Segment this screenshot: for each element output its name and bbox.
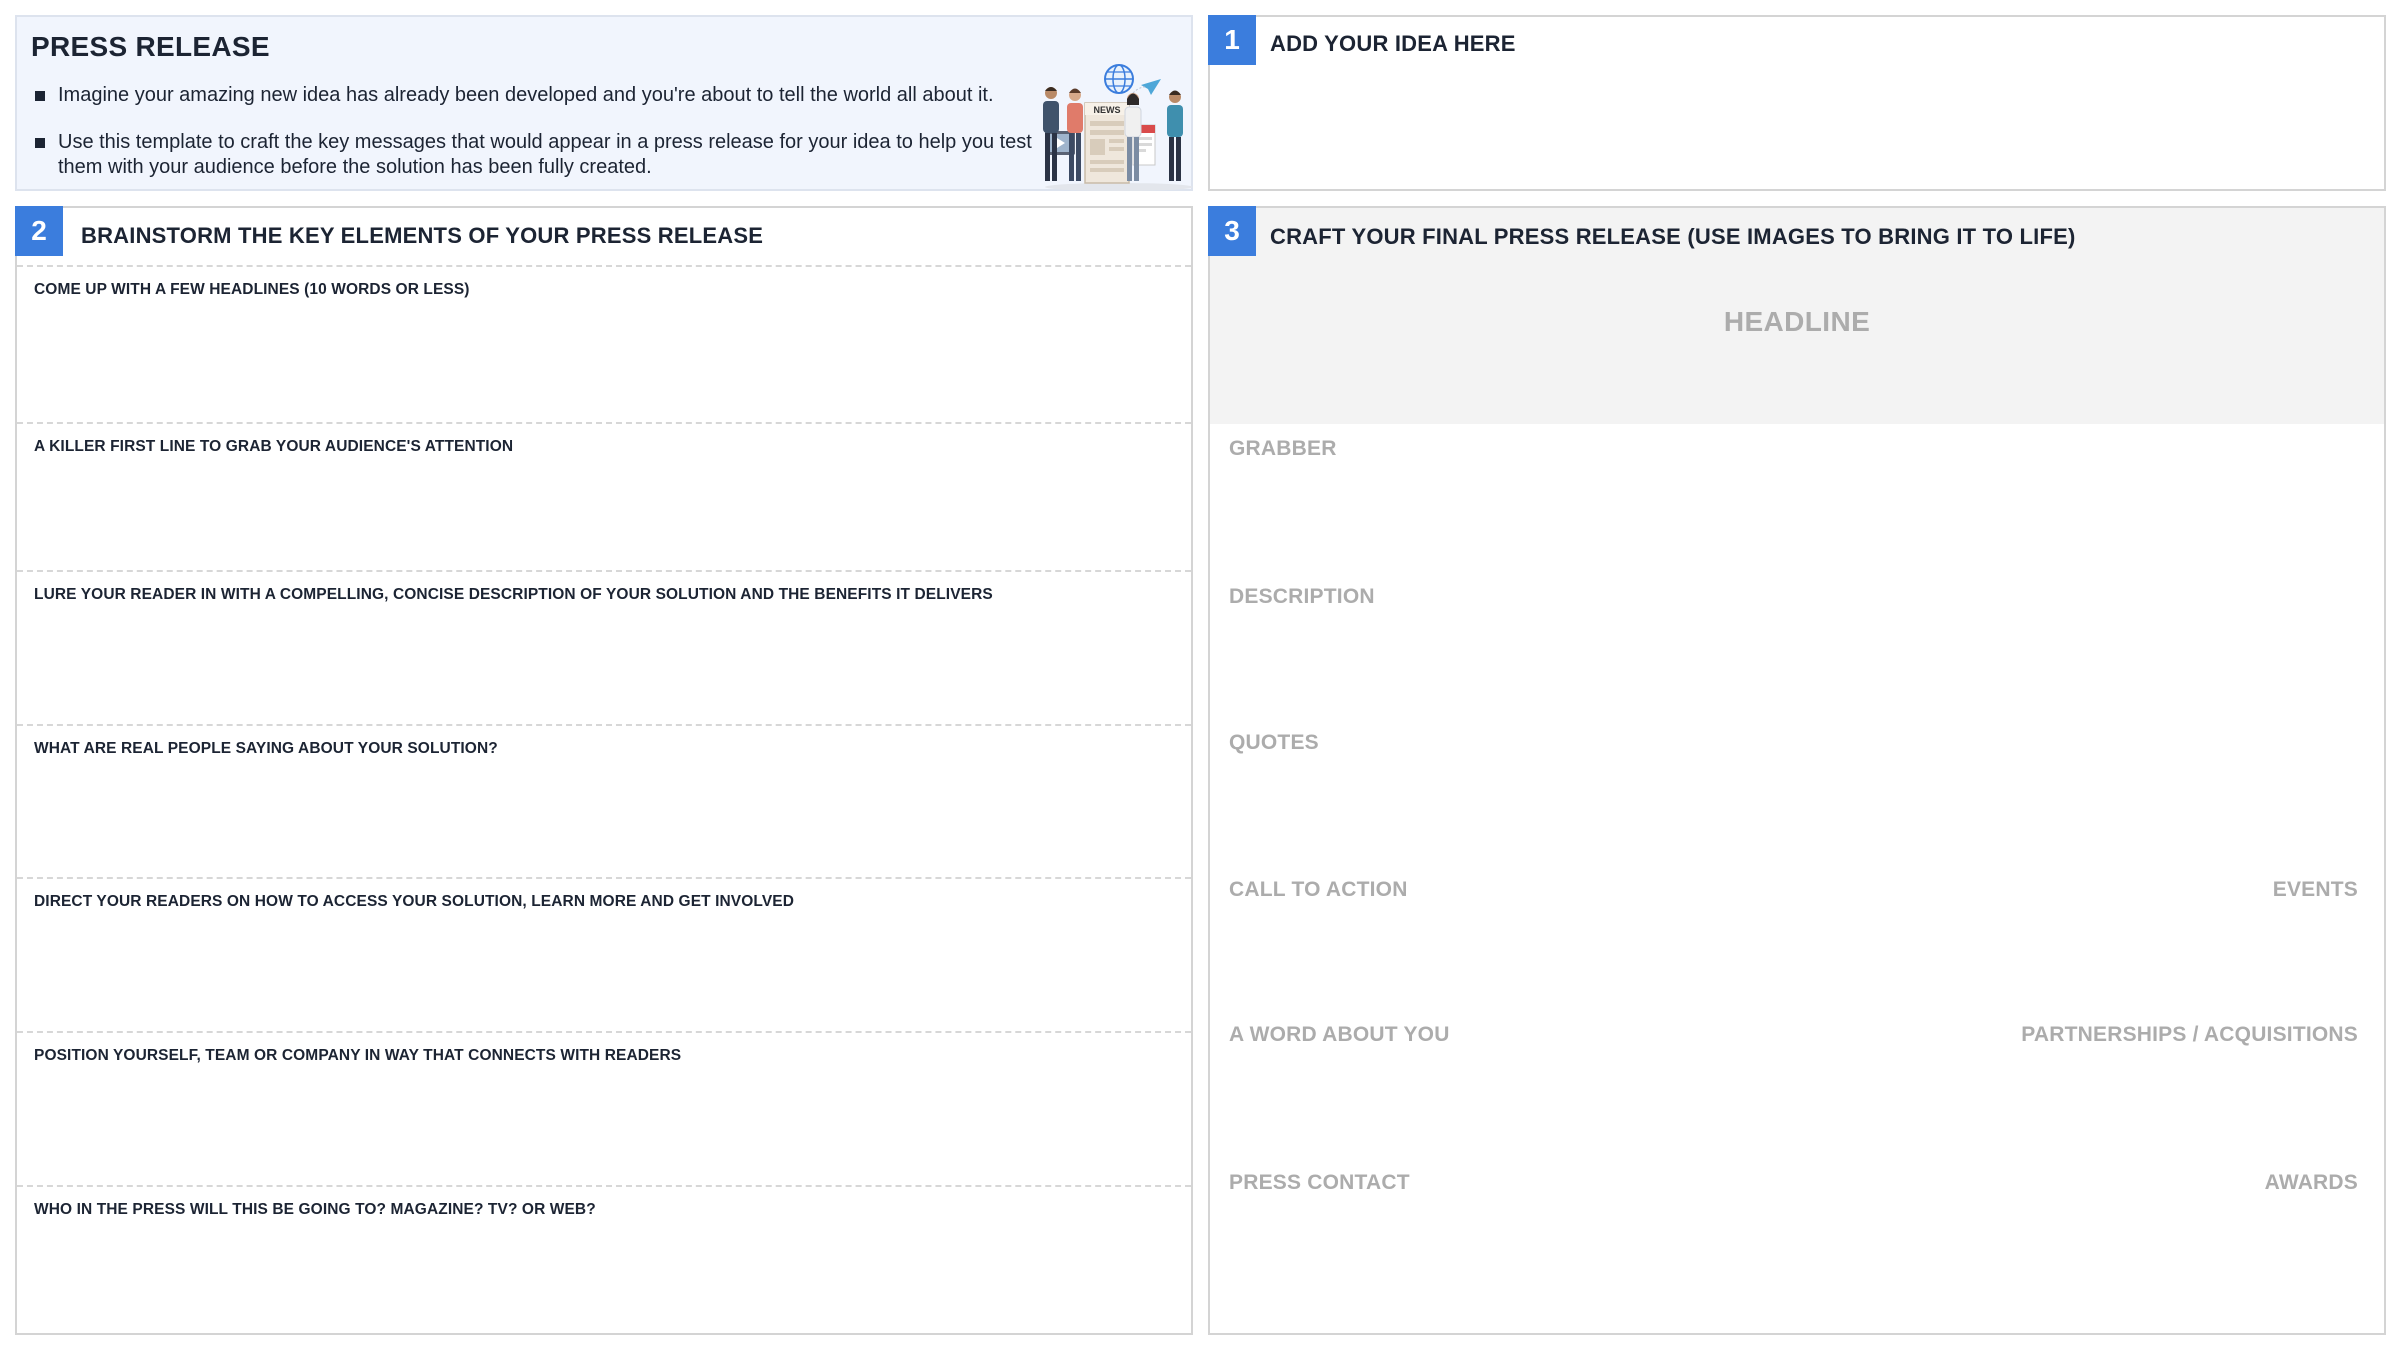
- prompt-quotes[interactable]: WHAT ARE REAL PEOPLE SAYING ABOUT YOUR S…: [17, 724, 1191, 877]
- news-sign-text: NEWS: [1094, 105, 1121, 115]
- intro-bullet-1: Imagine your amazing new idea has alread…: [35, 83, 1055, 108]
- brainstorm-panel: 2 BRAINSTORM THE KEY ELEMENTS OF YOUR PR…: [15, 206, 1193, 1335]
- square-bullet-icon: [35, 91, 45, 101]
- prompt-press-target[interactable]: WHO IN THE PRESS WILL THIS BE GOING TO? …: [17, 1185, 1191, 1333]
- headline-placeholder: HEADLINE: [1723, 306, 1871, 337]
- prompt-label: COME UP WITH A FEW HEADLINES (10 WORDS O…: [34, 281, 470, 298]
- awards-placeholder: AWARDS: [2264, 1171, 2358, 1194]
- prompt-label: POSITION YOURSELF, TEAM OR COMPANY IN WA…: [34, 1047, 682, 1064]
- prompt-label: DIRECT YOUR READERS ON HOW TO ACCESS YOU…: [34, 893, 794, 910]
- about-you-placeholder: A WORD ABOUT YOU: [1229, 1023, 1450, 1046]
- press-contact-placeholder: PRESS CONTACT: [1229, 1171, 1410, 1194]
- prompt-label: A KILLER FIRST LINE TO GRAB YOUR AUDIENC…: [34, 438, 514, 455]
- idea-panel: 1 ADD YOUR IDEA HERE: [1208, 15, 2386, 191]
- section-number-badge: 3: [1208, 206, 1256, 256]
- call-to-action-placeholder: CALL TO ACTION: [1229, 878, 1408, 901]
- prompt-first-line[interactable]: A KILLER FIRST LINE TO GRAB YOUR AUDIENC…: [17, 422, 1191, 570]
- page-title: PRESS RELEASE: [31, 31, 270, 62]
- prompt-label: LURE YOUR READER IN WITH A COMPELLING, C…: [34, 586, 993, 603]
- intro-panel: PRESS RELEASE Imagine your amazing new i…: [15, 15, 1193, 191]
- quotes-placeholder: QUOTES: [1229, 731, 1319, 754]
- events-placeholder: EVENTS: [2272, 878, 2358, 901]
- prompt-headlines[interactable]: COME UP WITH A FEW HEADLINES (10 WORDS O…: [17, 265, 1191, 422]
- partnerships-placeholder: PARTNERSHIPS / ACQUISITIONS: [2021, 1023, 2358, 1046]
- prompt-call-to-action[interactable]: DIRECT YOUR READERS ON HOW TO ACCESS YOU…: [17, 877, 1191, 1031]
- description-placeholder: DESCRIPTION: [1229, 585, 1375, 608]
- intro-bullet-text: Use this template to craft the key messa…: [58, 131, 1032, 178]
- grabber-placeholder: GRABBER: [1229, 437, 1337, 460]
- globe-icon: [1104, 64, 1134, 94]
- prompt-about-you[interactable]: POSITION YOURSELF, TEAM OR COMPANY IN WA…: [17, 1031, 1191, 1185]
- brainstorm-panel-title: BRAINSTORM THE KEY ELEMENTS OF YOUR PRES…: [81, 223, 764, 248]
- final-release-panel: HEADLINE 3 CRAFT YOUR FINAL PRESS RELEAS…: [1208, 206, 2386, 1335]
- prompt-label: WHAT ARE REAL PEOPLE SAYING ABOUT YOUR S…: [34, 740, 498, 757]
- idea-panel-title: ADD YOUR IDEA HERE: [1270, 31, 1516, 56]
- square-bullet-icon: [35, 138, 45, 148]
- prompt-label: WHO IN THE PRESS WILL THIS BE GOING TO? …: [34, 1201, 596, 1218]
- news-people-illustration-icon: NEWS: [1043, 64, 1193, 191]
- intro-bullet-text: Imagine your amazing new idea has alread…: [58, 84, 994, 106]
- prompt-description[interactable]: LURE YOUR READER IN WITH A COMPELLING, C…: [17, 570, 1191, 724]
- section-number-badge: 1: [1208, 15, 1256, 65]
- intro-bullet-2: Use this template to craft the key messa…: [35, 130, 1035, 180]
- final-release-panel-title: CRAFT YOUR FINAL PRESS RELEASE (USE IMAG…: [1270, 224, 2076, 249]
- section-number-badge: 2: [15, 206, 63, 256]
